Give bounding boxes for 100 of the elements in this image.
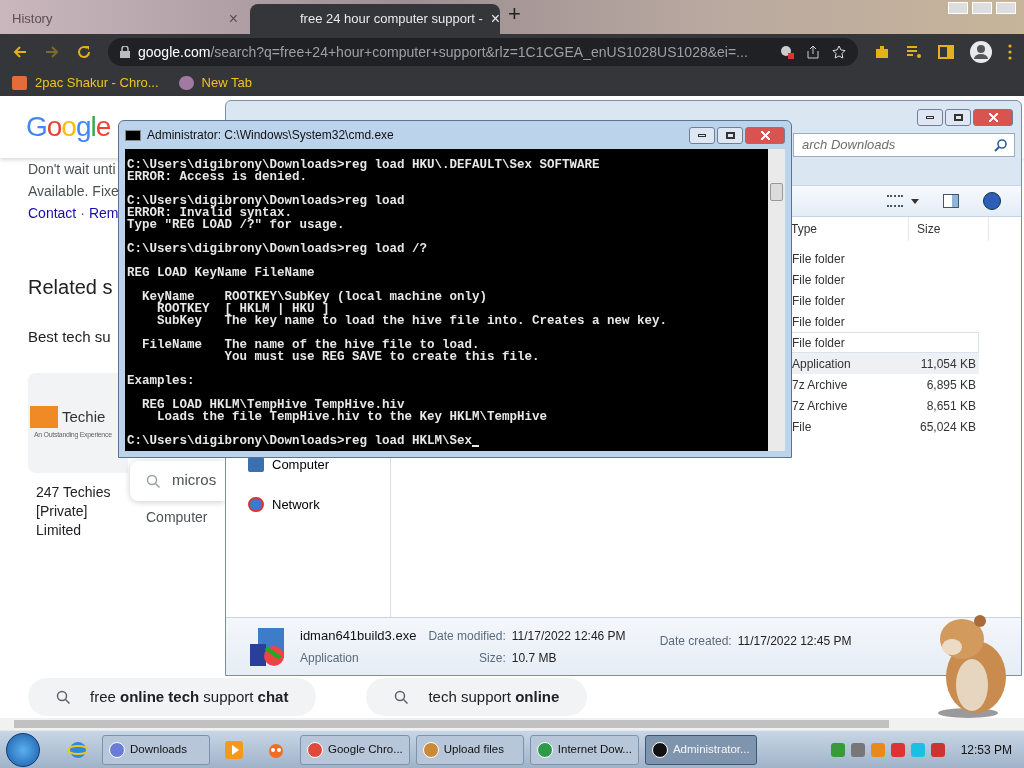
console-line: ROOTKEY [ HKLM | HKU ] bbox=[157, 303, 330, 315]
reload-icon[interactable] bbox=[76, 44, 92, 60]
type-cell-text: 7z Archive bbox=[792, 376, 849, 394]
share-icon[interactable] bbox=[806, 45, 820, 59]
nav-item[interactable]: Network bbox=[248, 494, 390, 514]
search-icon bbox=[146, 473, 160, 488]
nav-item[interactable]: Computer bbox=[248, 455, 390, 475]
search-icon bbox=[994, 138, 1008, 152]
app-icon bbox=[536, 741, 553, 758]
playlist-icon[interactable] bbox=[906, 44, 922, 60]
console-line: Examples: bbox=[127, 375, 195, 387]
view-icon[interactable] bbox=[887, 195, 903, 207]
scrollbar-thumb[interactable] bbox=[14, 720, 889, 728]
scrollbar-thumb[interactable] bbox=[770, 183, 783, 201]
app-icon bbox=[109, 741, 125, 758]
minimize-button[interactable] bbox=[917, 108, 943, 126]
close-button[interactable] bbox=[973, 108, 1013, 126]
file-row[interactable]: Application 11,054 KB bbox=[791, 353, 979, 374]
close-button[interactable] bbox=[745, 126, 785, 144]
detail-label: Date modified: bbox=[428, 627, 506, 645]
console-line: ERROR: Access is denied. bbox=[127, 171, 308, 183]
taskbar-button[interactable]: Internet Dow... bbox=[529, 734, 639, 765]
lock-icon bbox=[120, 46, 130, 58]
type-cell-text: Application bbox=[792, 355, 852, 373]
console-line: FileName The name of the hive file to load. bbox=[141, 339, 480, 351]
console-line: You must use REG SAVE to create this file. bbox=[223, 351, 540, 363]
console-line: C:\Users\digibrony\Downloads>reg load bbox=[127, 195, 405, 207]
bookmark-link[interactable]: 2pac Shakur - Chro... bbox=[12, 73, 159, 93]
search-suggestion-pill[interactable]: tech support online bbox=[366, 678, 588, 716]
suggestion-caption: Computer bbox=[145, 507, 209, 527]
bookmark-link[interactable]: New Tab bbox=[178, 73, 252, 93]
console-line: Loads the file TempHive.hiv to the Key HKLM\TempHive bbox=[156, 411, 548, 423]
type-cell-text: File folder bbox=[792, 334, 846, 352]
browser-tab[interactable]: History × bbox=[0, 4, 250, 34]
tab-title: History bbox=[12, 10, 54, 29]
app-icon bbox=[307, 741, 323, 758]
start-button[interactable] bbox=[6, 732, 40, 767]
size-cell-text: 8,651 KB bbox=[925, 397, 977, 415]
column-header[interactable]: Size bbox=[909, 217, 989, 241]
detail-value: 10.7 MB bbox=[511, 649, 558, 667]
avatar-icon[interactable] bbox=[970, 41, 992, 63]
minimize-button[interactable] bbox=[689, 126, 715, 144]
section-heading: Related s bbox=[28, 275, 113, 300]
new-tab-button[interactable]: + bbox=[508, 0, 521, 30]
maximize-button[interactable] bbox=[717, 126, 743, 144]
result-link[interactable]: Rem bbox=[88, 202, 119, 224]
tray-icon[interactable] bbox=[930, 742, 945, 757]
console-line: REG LOAD KeyName FileName bbox=[127, 267, 315, 279]
size-cell-text: 11,054 KB bbox=[919, 355, 977, 373]
type-cell-text: File folder bbox=[792, 292, 846, 310]
sidebar-icon[interactable] bbox=[938, 44, 954, 60]
suggestion-chip[interactable]: micros bbox=[130, 460, 225, 501]
console-line: Type "REG LOAD /?" for usage. bbox=[127, 219, 345, 231]
tray-icon[interactable] bbox=[890, 742, 905, 757]
type-cell-text: File bbox=[792, 418, 813, 436]
menu-icon[interactable] bbox=[1008, 44, 1012, 60]
address-bar[interactable]: google.com/search?q=free+24+hour+computer+support&rlz=1C1CGEA_enUS1028US1028&ei=... bbox=[108, 38, 858, 66]
star-icon[interactable] bbox=[832, 45, 846, 59]
window-title: Administrator: C:\Windows\System32\cmd.exe bbox=[147, 127, 394, 144]
close-icon[interactable]: × bbox=[490, 7, 501, 31]
console-line: KeyName ROOTKEY\SubKey (local machine only) bbox=[141, 291, 488, 303]
back-icon[interactable] bbox=[12, 44, 28, 60]
url-text: google.com/search?q=free+24+hour+computer+support&rlz=1C1CGEA_enUS1028US1028&ei=... bbox=[138, 42, 748, 62]
vertical-scrollbar[interactable] bbox=[768, 149, 785, 451]
google-logo[interactable]: Google bbox=[26, 106, 111, 148]
search-field[interactable]: arch Downloads bbox=[793, 133, 1015, 157]
text-cursor bbox=[472, 445, 480, 447]
preview-pane-icon[interactable] bbox=[943, 194, 959, 208]
tray-icon[interactable] bbox=[850, 742, 865, 757]
logo-text: Techie bbox=[62, 406, 106, 427]
taskbar-button[interactable]: Downloads bbox=[102, 734, 210, 765]
console-icon bbox=[125, 129, 141, 141]
detail-label: Size: bbox=[479, 649, 506, 667]
file-row[interactable]: File folder bbox=[791, 332, 979, 353]
tab-title: free 24 hour computer support - bbox=[299, 10, 483, 29]
taskbar-button[interactable]: Google Chro... bbox=[300, 734, 410, 765]
search-suggestion-pill[interactable]: free online tech support chat bbox=[28, 678, 317, 716]
taskbar-button[interactable]: Upload files bbox=[415, 734, 524, 765]
type-cell-text: 7z Archive bbox=[792, 397, 849, 415]
puzzle-icon[interactable] bbox=[874, 44, 890, 60]
snippet-text: Available. Fixe bbox=[28, 182, 119, 201]
detail-value: 11/17/2022 12:45 PM bbox=[737, 633, 852, 650]
file-name: idman641build3.exe bbox=[300, 626, 417, 645]
console-line: SubKey The key name to load the hive file into. Creates a new key. bbox=[156, 315, 668, 327]
result-link[interactable]: Contact bbox=[28, 202, 77, 224]
console-line: C:\Users\digibrony\Downloads>reg load HKU\.DEFAULT\Sex SOFTWARE bbox=[127, 159, 600, 171]
file-type: Application bbox=[300, 650, 360, 668]
number-logo-icon bbox=[30, 406, 58, 428]
dropdown-icon[interactable] bbox=[911, 198, 919, 204]
horizontal-scrollbar[interactable] bbox=[0, 718, 1024, 730]
separator-dot: · bbox=[80, 203, 85, 223]
console-line: C:\Users\digibrony\Downloads>reg load HKLM\Sex bbox=[127, 435, 473, 447]
detail-value: 11/17/2022 12:46 PM bbox=[511, 627, 626, 645]
search-icon bbox=[56, 690, 70, 704]
clock[interactable]: 12:53 PM bbox=[960, 740, 1012, 759]
type-cell-text: File folder bbox=[792, 271, 846, 289]
browser-tab[interactable]: free 24 hour computer support - × bbox=[250, 4, 500, 34]
card-title-line: [Private] bbox=[36, 501, 89, 521]
maximize-button[interactable] bbox=[945, 108, 971, 126]
detail-label: Date created: bbox=[659, 633, 732, 650]
